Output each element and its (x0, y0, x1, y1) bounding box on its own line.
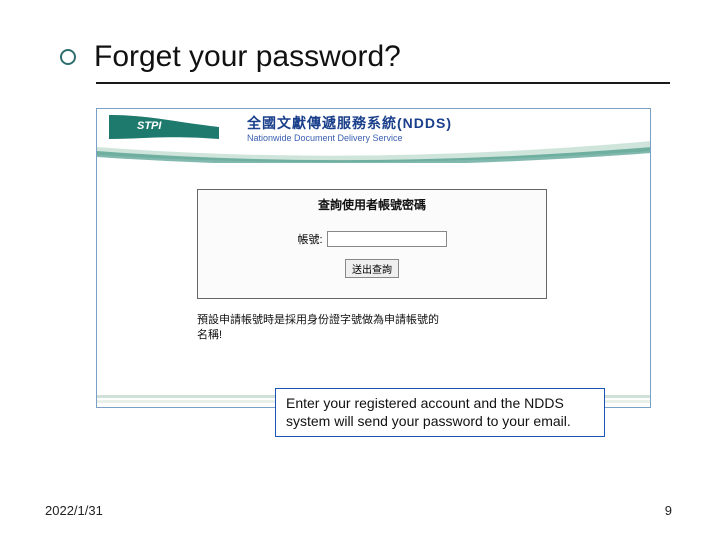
form-note-line2: 名稱! (197, 328, 557, 343)
account-input[interactable] (327, 231, 447, 247)
submit-button[interactable]: 送出查詢 (345, 259, 399, 278)
footer-page-number: 9 (665, 503, 672, 518)
form-heading: 查詢使用者帳號密碼 (198, 190, 546, 213)
form-note: 預設申請帳號時是採用身份證字號做為申請帳號的 名稱! (197, 313, 557, 344)
account-label: 帳號: (297, 231, 322, 247)
screenshot-frame: STPI 全國文獻傳遞服務系統(NDDS) Nationwide Documen… (96, 108, 651, 408)
site-title-zh: 全國文獻傳遞服務系統(NDDS) (247, 113, 452, 133)
lookup-form: 查詢使用者帳號密碼 帳號: 送出查詢 (197, 189, 547, 299)
svg-text:STPI: STPI (137, 120, 162, 132)
title-underline (96, 82, 670, 84)
footer-date: 2022/1/31 (45, 503, 103, 518)
slide-title: Forget your password? (94, 40, 401, 74)
bullet-icon (60, 49, 76, 65)
form-note-line1: 預設申請帳號時是採用身份證字號做為申請帳號的 (197, 313, 557, 328)
site-banner: STPI 全國文獻傳遞服務系統(NDDS) Nationwide Documen… (97, 109, 650, 157)
stpi-logo: STPI (109, 115, 219, 139)
instruction-callout: Enter your registered account and the ND… (275, 388, 605, 437)
banner-swoosh (97, 137, 651, 163)
